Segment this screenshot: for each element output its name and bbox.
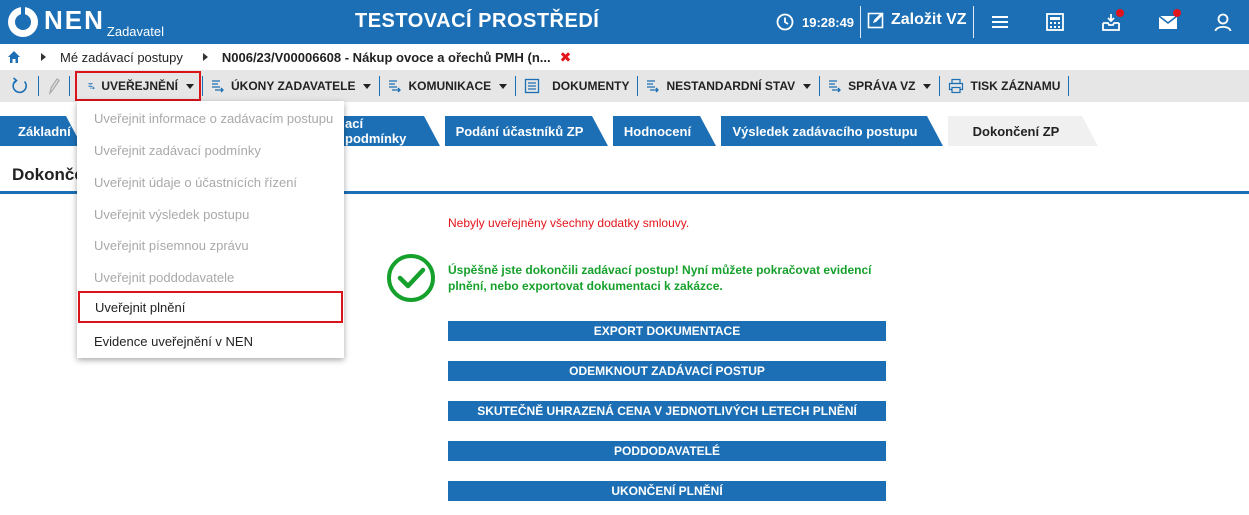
create-vz-button[interactable]: Založit VZ [867, 11, 967, 29]
close-icon[interactable]: ✖ [560, 49, 572, 66]
tab-completion-label: Dokončení ZP [972, 123, 1060, 139]
subcontractors-button[interactable]: PODDODAVATELÉ [448, 441, 886, 461]
breadcrumb: Mé zadávací postupy N006/23/V00006608 - … [0, 44, 1249, 70]
tab-evaluation-label: Hodnocení [623, 123, 692, 139]
toolbar-vz-administration-label: SPRÁVA VZ [848, 79, 916, 93]
breadcrumb-my-procedures[interactable]: Mé zadávací postupy [60, 50, 183, 65]
pencil-icon [48, 78, 60, 95]
toolbar-print-record-label: TISK ZÁZNAMU [970, 79, 1061, 93]
tab-bids-label: Podání účastníků ZP [455, 123, 584, 139]
tab-completion[interactable]: Dokončení ZP [948, 116, 1098, 146]
tab-result-label: Výsledek zadávacího postupu [732, 123, 918, 139]
toolbar-print-record[interactable]: TISK ZÁZNAMU [940, 70, 1068, 102]
unlock-procedure-button[interactable]: ODEMKNOUT ZADÁVACÍ POSTUP [448, 361, 886, 381]
tab-basic[interactable]: Základní [0, 116, 82, 146]
toolbar-communication-label: KOMUNIKACE [408, 79, 492, 93]
calculator-icon[interactable] [1044, 11, 1066, 33]
toolbar-authority-actions-label: ÚKONY ZADAVATELE [231, 79, 356, 93]
environment-title: TESTOVACÍ PROSTŘEDÍ [355, 10, 600, 32]
menu-item-publication-records[interactable]: Evidence uveřejnění v NEN [77, 325, 344, 357]
publish-icon [88, 83, 95, 90]
toolbar: UVEŘEJNĚNÍ ÚKONY ZADAVATELE KOMUNIKACE D… [0, 70, 1249, 102]
toolbar-vz-administration[interactable]: SPRÁVA VZ [820, 70, 939, 102]
warning-message: Nebyly uveřejněny všechny dodatky smlouv… [448, 216, 690, 230]
menu-item-publish-conditions: Uveřejnit zadávací podmínky [94, 142, 261, 158]
divider [860, 6, 861, 38]
menu-icon[interactable] [989, 11, 1011, 33]
menu-item-publish-subcontractors: Uveřejnit poddodavatele [94, 269, 235, 285]
edit-icon [867, 12, 884, 29]
toolbar-divider [1068, 76, 1070, 96]
clock-time: 19:28:49 [802, 14, 855, 30]
actions-icon [212, 80, 224, 93]
chevron-down-icon [363, 83, 372, 89]
toolbar-publish[interactable]: UVEŘEJNĚNÍ [74, 70, 202, 102]
export-documentation-button[interactable]: EXPORT DOKUMENTACE [448, 321, 886, 341]
documents-icon [524, 78, 540, 94]
tab-result[interactable]: Výsledek zadávacího postupu [721, 116, 943, 146]
refresh-button[interactable] [0, 70, 38, 102]
tab-bids[interactable]: Podání účastníků ZP [445, 116, 608, 146]
nonstandard-icon [647, 80, 660, 93]
power-logo-icon [8, 5, 38, 37]
end-performance-button[interactable]: UKONČENÍ PLNĚNÍ [448, 481, 886, 501]
success-message: Úspěšně jste dokončili zadávací postup! … [448, 263, 872, 293]
notification-badge [1173, 9, 1181, 17]
notification-badge [1116, 9, 1124, 17]
page-title: Dokonče [12, 165, 84, 184]
toolbar-publish-label: UVEŘEJNĚNÍ [101, 79, 178, 93]
breadcrumb-current-procedure[interactable]: N006/23/V00006608 - Nákup ovoce a ořechů… [222, 50, 551, 65]
chevron-down-icon [923, 83, 932, 89]
chevron-down-icon [186, 83, 194, 89]
session-clock: 19:28:49 [776, 13, 854, 31]
toolbar-divider [69, 76, 70, 96]
tab-evaluation[interactable]: Hodnocení [613, 116, 716, 146]
top-bar: NEN Zadavatel TESTOVACÍ PROSTŘEDÍ 19:28:… [0, 0, 1249, 44]
menu-item-publish-performance[interactable]: Uveřejnit plnění [78, 291, 343, 323]
toolbar-nonstandard-state-label: NESTANDARDNÍ STAV [666, 79, 796, 93]
publish-dropdown-menu: Uveřejnit informace o zadávacím postupu … [77, 101, 344, 358]
menu-item-publish-report: Uveřejnit písemnou zprávu [94, 237, 249, 253]
toolbar-documents-label: DOKUMENTY [552, 79, 630, 93]
clock-icon [776, 13, 794, 31]
logo-subtitle: Zadavatel [106, 24, 164, 39]
divider [973, 6, 974, 38]
tab-conditions-label: ací podmínky [345, 116, 407, 146]
nen-logo[interactable]: NEN Zadavatel [8, 5, 164, 39]
chevron-down-icon [499, 83, 508, 89]
logo-text: NEN [44, 5, 105, 35]
print-icon [949, 78, 964, 94]
menu-item-publish-procedure-info: Uveřejnit informace o zadávacím postupu [94, 110, 334, 126]
admin-icon [829, 80, 842, 93]
home-icon[interactable] [7, 50, 21, 64]
menu-item-publish-participants: Uveřejnit údaje o účastnících řízení [94, 174, 298, 190]
success-check-icon [387, 254, 435, 302]
user-icon[interactable] [1212, 11, 1234, 33]
mail-button[interactable] [1157, 9, 1181, 33]
actual-price-button[interactable]: SKUTEČNĚ UHRAZENÁ CENA V JEDNOTLIVÝCH LE… [448, 401, 886, 421]
breadcrumb-arrow-icon [41, 53, 46, 61]
communication-icon [389, 80, 402, 93]
tab-basic-label: Základní [18, 123, 71, 139]
breadcrumb-arrow-icon [202, 53, 208, 61]
refresh-icon [12, 77, 27, 94]
toolbar-nonstandard-state[interactable]: NESTANDARDNÍ STAV [638, 70, 819, 102]
toolbar-authority-actions[interactable]: ÚKONY ZADAVATELE [203, 70, 379, 102]
inbox-button[interactable] [1100, 9, 1124, 33]
chevron-down-icon [803, 83, 812, 89]
create-vz-label: Založit VZ [891, 11, 967, 28]
menu-item-publish-result: Uveřejnit výsledek postupu [94, 206, 250, 222]
toolbar-communication[interactable]: KOMUNIKACE [380, 70, 515, 102]
edit-button[interactable] [39, 70, 69, 102]
toolbar-documents[interactable]: DOKUMENTY [516, 70, 637, 102]
